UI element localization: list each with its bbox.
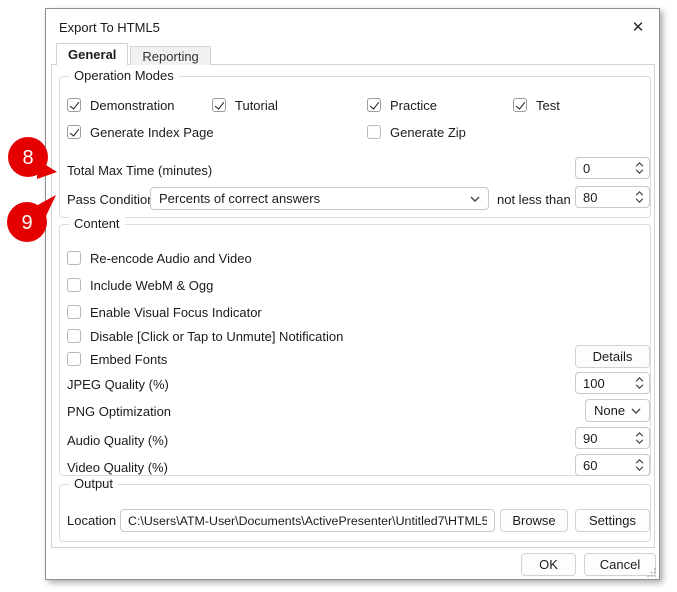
- audio-quality-spinner[interactable]: 90: [575, 427, 650, 449]
- content-group: Content Re-encode Audio and Video Includ…: [59, 216, 651, 476]
- dropdown-value: None: [594, 403, 626, 418]
- checkbox-enable-visual-focus[interactable]: Enable Visual Focus Indicator: [67, 304, 262, 320]
- operation-modes-legend: Operation Modes: [69, 68, 179, 83]
- spinner-value: 60: [583, 457, 598, 473]
- spinner-value: 100: [583, 375, 605, 391]
- spinner-value: 0: [583, 160, 591, 176]
- total-max-time-spinner[interactable]: 0: [575, 157, 650, 179]
- checkbox-generate-zip[interactable]: Generate Zip: [367, 124, 466, 140]
- checkbox-practice[interactable]: Practice: [367, 97, 437, 113]
- checkbox-reencode-audio-video[interactable]: Re-encode Audio and Video: [67, 250, 252, 266]
- png-optimization-label: PNG Optimization: [67, 404, 172, 419]
- checkbox-icon: [513, 98, 527, 112]
- checkbox-label: Test: [536, 97, 560, 113]
- checkbox-label: Generate Index Page: [90, 124, 214, 140]
- spinner-arrows: [635, 162, 644, 174]
- checkbox-label: Practice: [390, 97, 437, 113]
- checkbox-icon: [67, 278, 81, 292]
- checkbox-demonstration[interactable]: Demonstration: [67, 97, 175, 113]
- not-less-than-label: not less than: [497, 192, 571, 207]
- checkbox-icon: [67, 329, 81, 343]
- general-tab-panel: Operation Modes Demonstration Tutorial P…: [51, 64, 655, 548]
- checkbox-label: Generate Zip: [390, 124, 466, 140]
- checkbox-icon: [367, 98, 381, 112]
- pass-condition-spinner[interactable]: 80: [575, 186, 650, 208]
- screenshot-stage: Export To HTML5 ✕ General Reporting Oper…: [0, 0, 677, 592]
- checkbox-icon: [67, 305, 81, 319]
- settings-button[interactable]: Settings: [575, 509, 650, 532]
- total-max-time-label: Total Max Time (minutes): [67, 163, 213, 178]
- checkbox-icon: [67, 98, 81, 112]
- spinner-up-icon[interactable]: [635, 191, 644, 196]
- chevron-down-icon: [631, 408, 641, 414]
- checkbox-label: Embed Fonts: [90, 351, 168, 367]
- export-to-html5-dialog: Export To HTML5 ✕ General Reporting Oper…: [45, 8, 660, 580]
- video-quality-label: Video Quality (%): [67, 460, 168, 475]
- spinner-arrows: [635, 377, 644, 389]
- spinner-arrows: [635, 459, 644, 471]
- checkbox-label: Re-encode Audio and Video: [90, 250, 252, 266]
- spinner-down-icon[interactable]: [635, 439, 644, 444]
- spinner-arrows: [635, 191, 644, 203]
- tab-reporting[interactable]: Reporting: [130, 46, 211, 65]
- ok-button[interactable]: OK: [521, 553, 576, 576]
- spinner-down-icon[interactable]: [635, 384, 644, 389]
- spinner-down-icon[interactable]: [635, 198, 644, 203]
- spinner-down-icon[interactable]: [635, 466, 644, 471]
- location-label: Location: [67, 513, 117, 528]
- checkbox-label: Disable [Click or Tap to Unmute] Notific…: [90, 328, 344, 344]
- checkbox-test[interactable]: Test: [513, 97, 560, 113]
- checkbox-tutorial[interactable]: Tutorial: [212, 97, 278, 113]
- close-icon[interactable]: ✕: [627, 17, 649, 37]
- pass-condition-label: Pass Condition: [67, 192, 155, 207]
- location-input[interactable]: [120, 509, 495, 532]
- spinner-value: 80: [583, 189, 598, 205]
- checkbox-icon: [67, 352, 81, 366]
- checkbox-icon: [212, 98, 226, 112]
- checkbox-icon: [67, 125, 81, 139]
- chevron-down-icon: [470, 196, 480, 202]
- callout-number: 8: [22, 147, 33, 169]
- spinner-down-icon[interactable]: [635, 169, 644, 174]
- spinner-up-icon[interactable]: [635, 459, 644, 464]
- callout-number: 9: [21, 212, 32, 234]
- callout-badge-8: 8: [8, 137, 57, 179]
- audio-quality-label: Audio Quality (%): [67, 433, 169, 448]
- spinner-up-icon[interactable]: [635, 162, 644, 167]
- callout-badge-9: 9: [7, 195, 56, 242]
- png-optimization-dropdown[interactable]: None: [585, 399, 650, 422]
- output-group: Output Location Browse Settings: [59, 476, 651, 542]
- resize-grip-icon[interactable]: [647, 567, 657, 577]
- browse-button[interactable]: Browse: [500, 509, 568, 532]
- spinner-up-icon[interactable]: [635, 377, 644, 382]
- checkbox-include-webm-ogg[interactable]: Include WebM & Ogg: [67, 277, 213, 293]
- spinner-up-icon[interactable]: [635, 432, 644, 437]
- pass-condition-dropdown[interactable]: Percents of correct answers: [150, 187, 489, 210]
- jpeg-quality-spinner[interactable]: 100: [575, 372, 650, 394]
- spinner-value: 90: [583, 430, 598, 446]
- jpeg-quality-label: JPEG Quality (%): [67, 377, 169, 392]
- details-button[interactable]: Details: [575, 345, 650, 368]
- dialog-title: Export To HTML5: [59, 20, 160, 35]
- checkbox-icon: [367, 125, 381, 139]
- title-bar[interactable]: Export To HTML5 ✕: [46, 9, 659, 43]
- checkbox-label: Demonstration: [90, 97, 175, 113]
- video-quality-spinner[interactable]: 60: [575, 454, 650, 476]
- checkbox-disable-unmute-notification[interactable]: Disable [Click or Tap to Unmute] Notific…: [67, 328, 343, 344]
- tab-bar: General Reporting: [56, 43, 211, 65]
- checkbox-embed-fonts[interactable]: Embed Fonts: [67, 351, 167, 367]
- checkbox-label: Tutorial: [235, 97, 278, 113]
- output-legend: Output: [69, 476, 119, 491]
- dropdown-value: Percents of correct answers: [159, 191, 321, 206]
- checkbox-label: Enable Visual Focus Indicator: [90, 304, 262, 320]
- tab-general[interactable]: General: [56, 43, 129, 65]
- operation-modes-group: Operation Modes Demonstration Tutorial P…: [59, 68, 651, 218]
- checkbox-icon: [67, 251, 81, 265]
- content-legend: Content: [69, 216, 125, 231]
- cancel-button[interactable]: Cancel: [584, 553, 656, 576]
- checkbox-label: Include WebM & Ogg: [90, 277, 214, 293]
- spinner-arrows: [635, 432, 644, 444]
- checkbox-generate-index-page[interactable]: Generate Index Page: [67, 124, 214, 140]
